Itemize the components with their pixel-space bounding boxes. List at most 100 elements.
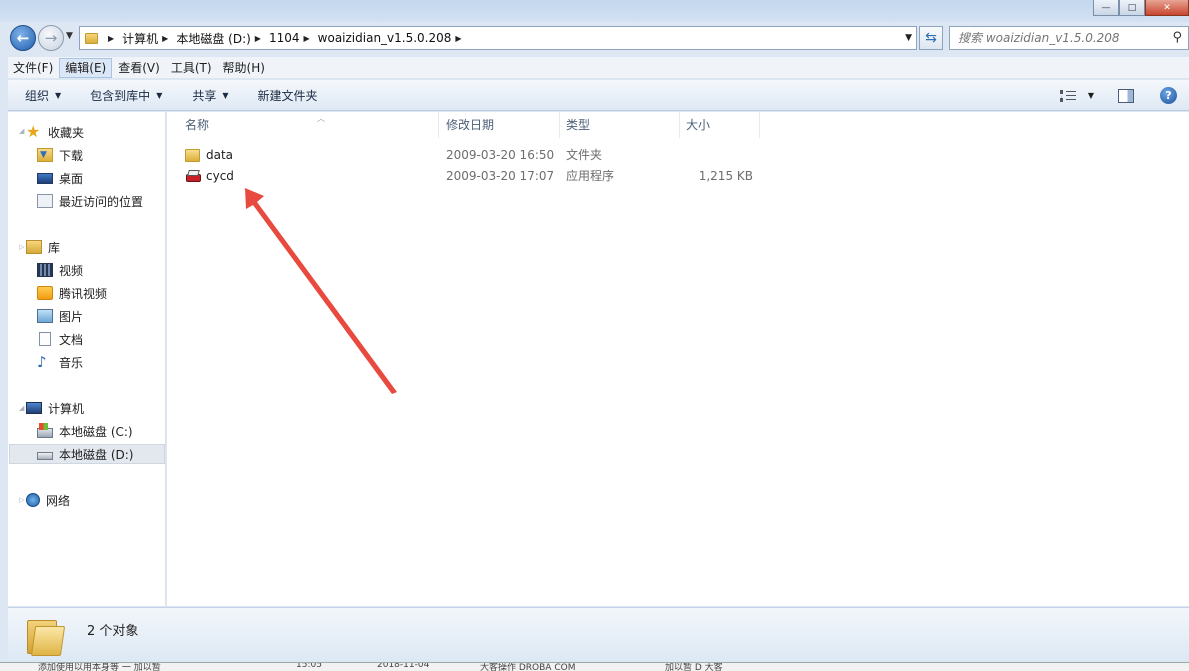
file-row-cycd[interactable]: cycd 2009-03-20 17:07 应用程序 1,215 KB <box>181 166 781 186</box>
minimize-button[interactable]: — <box>1093 0 1119 16</box>
chevron-right-icon[interactable]: ▶ <box>255 34 261 43</box>
share-button[interactable]: 共享 ▼ <box>192 87 228 104</box>
view-details-icon[interactable] <box>1059 89 1078 102</box>
chevron-right-icon[interactable]: ▶ <box>162 34 168 43</box>
network-icon <box>26 493 40 507</box>
maximize-button[interactable]: □ <box>1119 0 1145 16</box>
nav-label: 视频 <box>59 263 84 278</box>
breadcrumb-1104[interactable]: 1104 ▶ <box>269 31 318 45</box>
nav-favorites[interactable]: ★ 收藏夹 <box>26 122 84 142</box>
chevron-right-icon[interactable]: ▶ <box>304 34 310 43</box>
nav-downloads[interactable]: 下载 <box>37 145 83 165</box>
expand-arrow-icon[interactable]: ▷ <box>19 496 24 504</box>
pictures-icon <box>37 309 53 323</box>
menu-edit[interactable]: 编辑(E) <box>59 57 113 78</box>
nav-drive-c[interactable]: 本地磁盘 (C:) <box>37 421 133 441</box>
recent-pages-dropdown[interactable]: ▼ <box>66 31 73 41</box>
address-dropdown[interactable]: ▼ <box>905 33 912 43</box>
breadcrumb-label: woaizidian_v1.5.0.208 <box>317 31 452 45</box>
taskbar-text: 15:05 <box>296 662 322 670</box>
tencent-video-icon <box>37 286 53 300</box>
chevron-right-icon[interactable]: ▶ <box>455 34 461 43</box>
navigation-pane: ◢ ★ 收藏夹 下载 桌面 最近访问的位置 ▷ 库 视频 腾讯视频 图片 文档 ♪ <box>8 112 166 606</box>
chevron-right-icon[interactable]: ▶ <box>108 34 114 43</box>
back-arrow-icon: ← <box>16 29 30 47</box>
menu-tools[interactable]: 工具(T) <box>166 58 217 78</box>
music-note-icon: ♪ <box>37 353 47 371</box>
search-icon[interactable]: ⚲ <box>1172 30 1182 45</box>
forward-button[interactable]: → <box>38 25 64 51</box>
share-label: 共享 <box>192 88 217 103</box>
breadcrumb-root[interactable]: ▶ <box>104 34 122 43</box>
folder-icon <box>85 32 98 44</box>
nav-label: 网络 <box>46 493 71 508</box>
taskbar-text: 添加使用以用本身等 一 加以暂 <box>38 663 161 671</box>
forward-arrow-icon: → <box>44 29 58 47</box>
nav-label: 库 <box>48 240 61 255</box>
menu-file[interactable]: 文件(F) <box>8 58 58 78</box>
chevron-down-icon: ▼ <box>55 90 62 100</box>
nav-drive-d[interactable]: 本地磁盘 (D:) <box>9 444 165 464</box>
downloads-folder-icon <box>37 148 53 162</box>
breadcrumb-drive-d[interactable]: 本地磁盘 (D:) ▶ <box>176 30 269 47</box>
new-folder-button[interactable]: 新建文件夹 <box>258 87 318 104</box>
nav-videos[interactable]: 视频 <box>37 260 83 280</box>
column-header-size[interactable]: 大小 <box>680 112 760 138</box>
help-icon[interactable]: ? <box>1160 87 1177 104</box>
refresh-icon: ⇆ <box>925 30 937 46</box>
sort-ascending-icon: ︿ <box>317 114 325 123</box>
file-name-cell: data <box>185 145 233 165</box>
menu-help[interactable]: 帮助(H) <box>218 58 270 78</box>
file-size-cell <box>686 145 753 165</box>
nav-pictures[interactable]: 图片 <box>37 306 83 326</box>
breadcrumb-label: 1104 <box>268 31 300 45</box>
nav-music[interactable]: ♪ 音乐 <box>37 352 83 372</box>
nav-network[interactable]: 网络 <box>26 490 70 510</box>
expand-arrow-icon[interactable]: ◢ <box>19 404 24 412</box>
refresh-button[interactable]: ⇆ <box>919 26 943 50</box>
search-input[interactable] <box>958 31 1168 45</box>
nav-documents[interactable]: 文档 <box>37 329 83 349</box>
taskbar-fragment: 添加使用以用本身等 一 加以暂 15:05 2018-11-04 大客操作 DR… <box>0 662 1189 671</box>
details-pane: 2 个对象 <box>8 607 1189 662</box>
include-in-library-button[interactable]: 包含到库中 ▼ <box>90 87 162 104</box>
nav-recent-places[interactable]: 最近访问的位置 <box>37 191 143 211</box>
hard-drive-icon <box>37 451 53 460</box>
expand-arrow-icon[interactable]: ◢ <box>19 127 24 135</box>
address-bar[interactable]: ▶ 计算机 ▶ 本地磁盘 (D:) ▶ 1104 ▶ woaizidian_v1.5.… <box>79 26 917 50</box>
file-list-view: 名称 ︿ 修改日期 类型 大小 data 2009-03-20 16:50 文件… <box>167 112 1189 606</box>
breadcrumb-label: 计算机 <box>122 31 159 46</box>
expand-arrow-icon[interactable]: ▷ <box>19 243 24 251</box>
taskbar-text: 大客操作 DROBA COM <box>480 663 576 671</box>
window-controls: — □ ✕ <box>1093 0 1189 16</box>
nav-tencent-video[interactable]: 腾讯视频 <box>37 283 107 303</box>
nav-label: 收藏夹 <box>48 125 85 140</box>
taskbar-text: 加以暂 D 大客 <box>665 663 723 671</box>
nav-label: 桌面 <box>59 171 84 186</box>
preview-pane-icon[interactable] <box>1118 88 1134 103</box>
column-header-type[interactable]: 类型 <box>560 112 680 138</box>
menu-bar: 文件(F) 编辑(E) 查看(V) 工具(T) 帮助(H) <box>8 57 1189 79</box>
nav-libraries[interactable]: 库 <box>26 237 60 257</box>
view-dropdown[interactable]: ▼ <box>1088 91 1094 100</box>
column-label: 修改日期 <box>446 118 495 132</box>
organize-button[interactable]: 组织 ▼ <box>25 87 61 104</box>
column-header-name[interactable]: 名称 ︿ <box>179 112 439 138</box>
column-header-modified[interactable]: 修改日期 <box>440 112 560 138</box>
item-count: 2 个对象 <box>87 624 139 639</box>
file-type-cell: 文件夹 <box>566 148 603 162</box>
file-row-data[interactable]: data 2009-03-20 16:50 文件夹 <box>181 145 781 165</box>
nav-computer[interactable]: 计算机 <box>26 398 84 418</box>
breadcrumb-computer[interactable]: 计算机 ▶ <box>122 30 176 47</box>
file-name: cycd <box>206 169 234 183</box>
chevron-down-icon: ▼ <box>156 90 163 100</box>
breadcrumb-current-folder[interactable]: woaizidian_v1.5.0.208 ▶ <box>318 31 470 45</box>
system-drive-icon <box>37 422 53 438</box>
nav-desktop[interactable]: 桌面 <box>37 168 83 188</box>
back-button[interactable]: ← <box>10 25 36 51</box>
close-button[interactable]: ✕ <box>1145 0 1189 16</box>
menu-view[interactable]: 查看(V) <box>113 58 165 78</box>
nav-label: 最近访问的位置 <box>59 194 144 209</box>
chevron-down-icon: ▼ <box>222 90 229 100</box>
address-row: ← → ▼ ▶ 计算机 ▶ 本地磁盘 (D:) ▶ 1104 ▶ woaizidian… <box>0 22 1189 54</box>
